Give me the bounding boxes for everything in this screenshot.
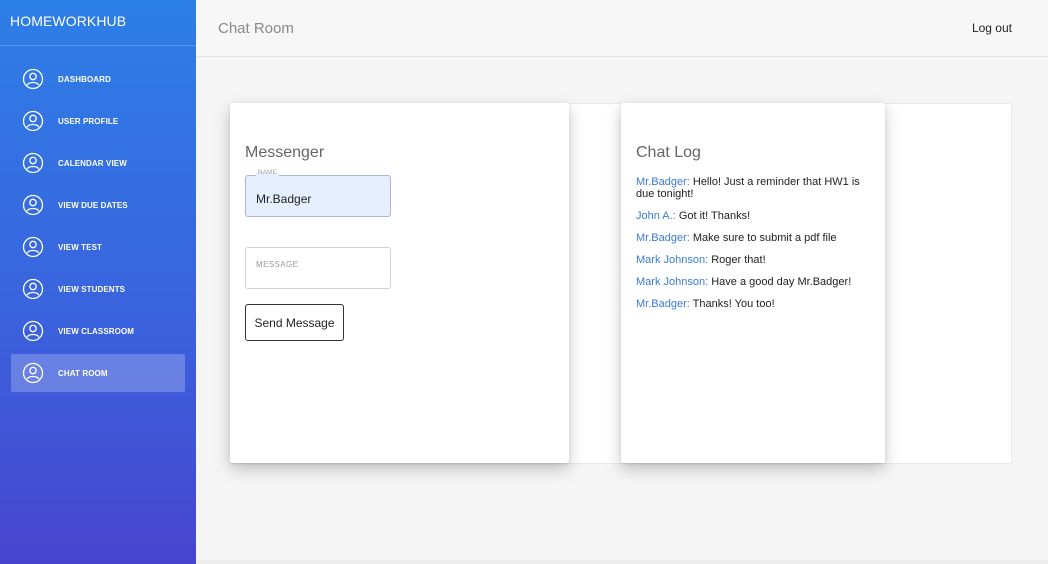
chat-message: Mark Johnson: Roger that!	[636, 254, 868, 266]
chat-sender: Mr.Badger:	[636, 298, 690, 310]
sidebar-item-dashboard[interactable]: DASHBOARD	[11, 60, 185, 98]
user-circle-icon	[22, 236, 44, 258]
sidebar-nav: DASHBOARD USER PROFILE CALENDAR VIEW VIE…	[0, 60, 196, 392]
user-circle-icon	[22, 194, 44, 216]
user-circle-icon	[22, 320, 44, 342]
messenger-title: Messenger	[245, 144, 325, 161]
chat-text: Have a good day Mr.Badger!	[711, 276, 852, 288]
top-bar: Chat Room Log out	[196, 0, 1048, 57]
sidebar-item-view-classroom[interactable]: VIEW CLASSROOM	[11, 312, 185, 350]
chat-text: Make sure to submit a pdf file	[692, 232, 837, 244]
chat-message-list: Mr.Badger: Hello! Just a reminder that H…	[636, 176, 868, 320]
sidebar-item-view-due-dates[interactable]: VIEW DUE DATES	[11, 186, 185, 224]
chat-message: Mr.Badger: Thanks! You too!	[636, 298, 868, 310]
user-circle-icon	[22, 152, 44, 174]
user-circle-icon	[22, 278, 44, 300]
chat-log-card: Chat Log Mr.Badger: Hello! Just a remind…	[621, 103, 885, 463]
chat-message: Mr.Badger: Make sure to submit a pdf fil…	[636, 232, 868, 244]
sidebar-item-label: CHAT ROOM	[58, 368, 108, 378]
chat-sender: Mr.Badger:	[636, 176, 690, 188]
messenger-card: Messenger NAME Send Message	[230, 103, 569, 463]
name-input[interactable]	[246, 176, 390, 216]
sidebar-item-label: VIEW DUE DATES	[58, 200, 128, 210]
sidebar-item-label: DASHBOARD	[58, 74, 111, 84]
chat-sender: John A.:	[636, 210, 676, 222]
sidebar-item-label: VIEW TEST	[58, 242, 103, 252]
bottom-divider	[196, 560, 1048, 564]
chat-text: Thanks! You too!	[692, 298, 775, 310]
sidebar-item-user-profile[interactable]: USER PROFILE	[11, 102, 185, 140]
message-field	[245, 247, 391, 289]
user-circle-icon	[22, 362, 44, 384]
message-input[interactable]	[246, 248, 390, 288]
send-message-button[interactable]: Send Message	[245, 304, 344, 341]
sidebar-item-chat-room[interactable]: CHAT ROOM	[11, 354, 185, 392]
sidebar-item-label: USER PROFILE	[58, 116, 119, 126]
sidebar-item-label: VIEW CLASSROOM	[58, 326, 135, 336]
chat-text: Roger that!	[711, 254, 766, 266]
chat-sender: Mark Johnson:	[636, 276, 709, 288]
sidebar-item-view-test[interactable]: VIEW TEST	[11, 228, 185, 266]
chat-message: Mr.Badger: Hello! Just a reminder that H…	[636, 176, 868, 200]
user-circle-icon	[22, 110, 44, 132]
logout-link[interactable]: Log out	[972, 21, 1012, 35]
chat-sender: Mark Johnson:	[636, 254, 709, 266]
chat-message: Mark Johnson: Have a good day Mr.Badger!	[636, 276, 868, 288]
user-circle-icon	[22, 68, 44, 90]
page-title: Chat Room	[218, 20, 294, 37]
chat-log-title: Chat Log	[636, 144, 701, 161]
sidebar-item-label: VIEW STUDENTS	[58, 284, 126, 294]
chat-text: Got it! Thanks!	[678, 210, 751, 222]
sidebar-item-view-students[interactable]: VIEW STUDENTS	[11, 270, 185, 308]
chat-message: John A.: Got it! Thanks!	[636, 210, 868, 222]
chat-sender: Mr.Badger:	[636, 232, 690, 244]
sidebar-item-calendar-view[interactable]: CALENDAR VIEW	[11, 144, 185, 182]
sidebar: HOMEWORKHUB DASHBOARD USER PROFILE CALEN…	[0, 0, 196, 564]
sidebar-item-label: CALENDAR VIEW	[58, 158, 127, 168]
brand-logo[interactable]: HOMEWORKHUB	[0, 0, 196, 46]
name-field: NAME	[245, 170, 391, 217]
